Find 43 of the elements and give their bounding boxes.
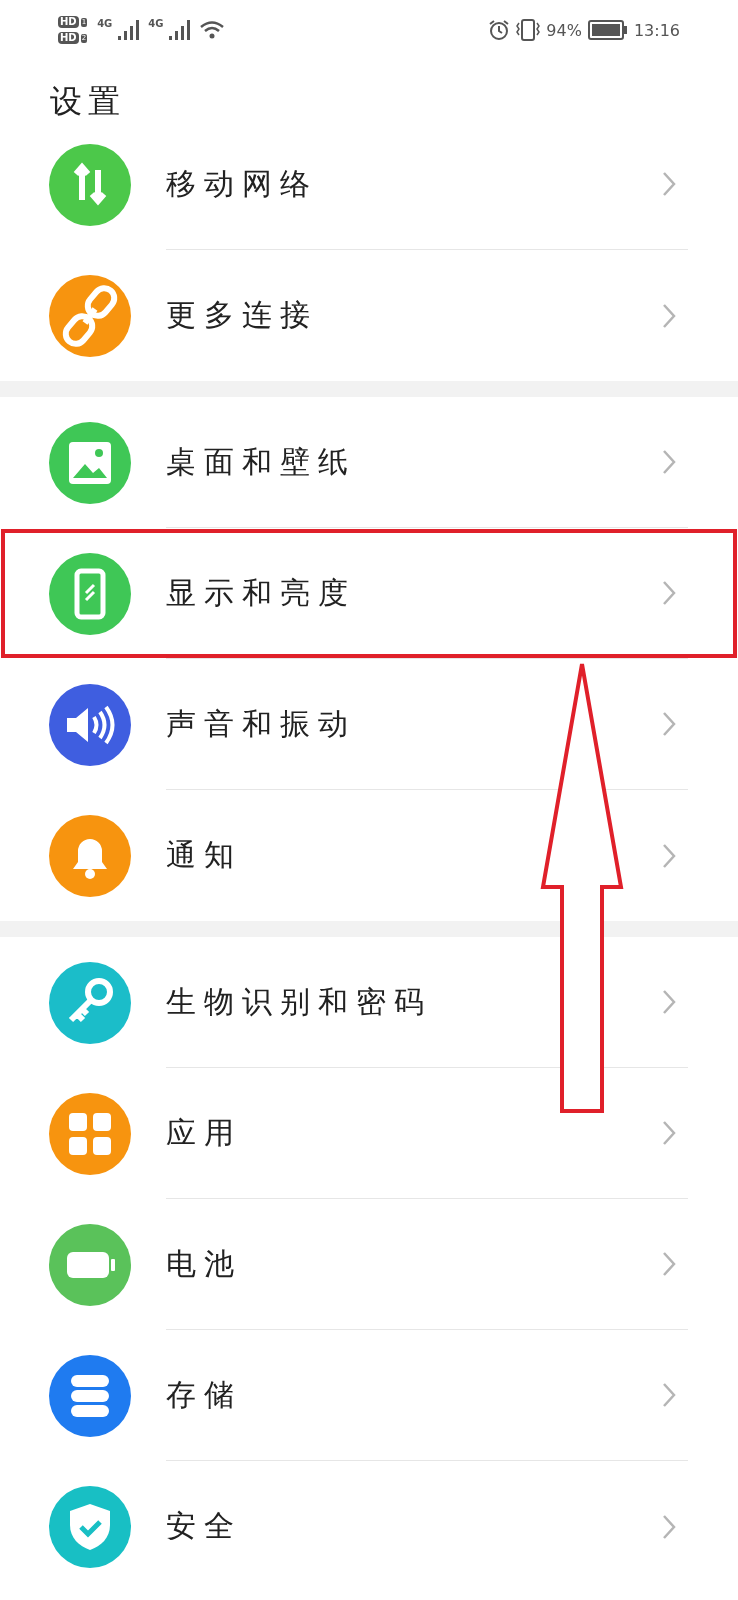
item-label: 安全 [166,1507,242,1545]
item-label: 显示和亮度 [166,573,356,612]
chevron-icon [662,580,676,606]
chevron-icon [662,449,676,475]
settings-item[interactable]: 移动网络 [0,143,738,250]
clock: 13:16 [633,20,680,40]
item-label: 更多连接 [166,296,318,334]
settings-item[interactable]: 更多连接 [0,250,738,381]
chevron-icon [662,171,676,197]
settings-item[interactable]: 通知 [0,790,738,921]
battery-percent: 94% [546,20,582,40]
item-label: 声音和振动 [166,704,356,743]
page-title: 设置 [50,80,126,122]
settings-item[interactable]: 应用 [0,1068,738,1199]
chevron-icon [662,989,676,1015]
network-type: 4G [148,18,164,29]
chevron-icon [662,711,676,737]
item-label: 桌面和壁纸 [166,442,356,481]
item-label: 应用 [166,1113,242,1152]
item-label: 通知 [166,836,242,874]
chevron-icon [662,1513,676,1540]
chevron-icon [662,1251,676,1277]
settings-item[interactable]: 电池 [0,1199,738,1330]
item-label: 存储 [166,1375,242,1414]
chevron-icon [662,1382,676,1408]
settings-item[interactable]: 生物识别和密码 [0,937,738,1068]
hd-badge: HD [58,16,79,28]
settings-item[interactable]: 安全 [0,1461,738,1592]
settings-item[interactable]: 显示和亮度 [0,528,738,659]
battery-icon [587,20,628,40]
settings-item[interactable]: 桌面和壁纸 [0,397,738,528]
chevron-icon [662,842,676,869]
vibrate-icon [516,19,541,41]
settings-item[interactable]: 声音和振动 [0,659,738,790]
chevron-icon [662,1120,676,1146]
item-label: 电池 [166,1244,242,1283]
item-label: 生物识别和密码 [166,982,432,1021]
settings-item[interactable]: 存储 [0,1330,738,1461]
alarm-icon [488,19,511,41]
hd-badge: HD [58,32,79,44]
network-type: 4G [97,18,113,29]
chevron-icon [662,302,676,329]
item-label: 移动网络 [166,164,318,203]
